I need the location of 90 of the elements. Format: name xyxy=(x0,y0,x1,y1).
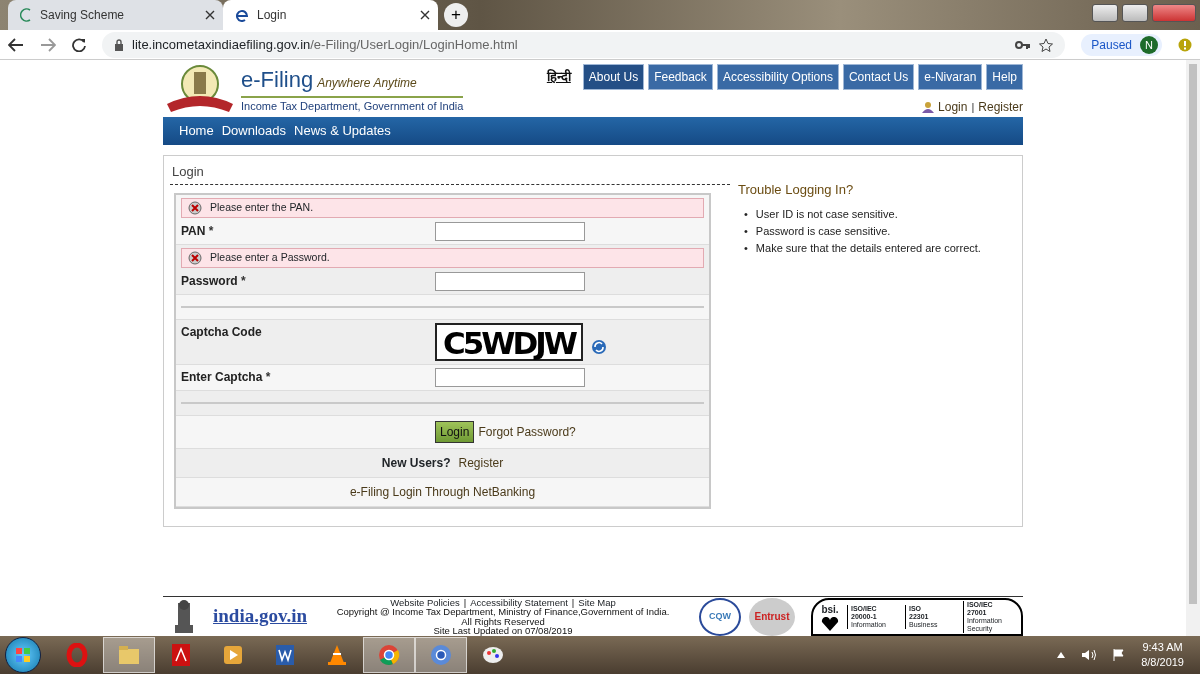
footer-text: Copyright @ Income Tax Department, Ministry of Finance,Government of India. xyxy=(336,607,670,617)
forward-arrow-icon[interactable] xyxy=(40,37,56,52)
lock-icon xyxy=(114,38,124,51)
link-separator: | xyxy=(971,99,975,115)
top-nav-link[interactable]: Contact Us xyxy=(842,64,915,90)
link-separator: | xyxy=(463,597,467,607)
login-link[interactable]: Login xyxy=(938,98,968,116)
heart-icon xyxy=(821,617,839,631)
login-button[interactable]: Login xyxy=(435,420,475,443)
round-logo-icon xyxy=(429,643,453,667)
close-icon[interactable] xyxy=(205,10,215,20)
error-x-icon xyxy=(188,250,202,265)
site-subtitle: Income Tax Department, Government of India xyxy=(241,95,464,115)
portal-link[interactable]: india.gov.in xyxy=(213,602,307,631)
link-separator: | xyxy=(571,597,575,607)
captcha-image: C5WDJW xyxy=(435,322,583,361)
clock[interactable]: 9:43 AM 8/8/2019 xyxy=(1141,640,1184,670)
document-icon xyxy=(169,643,193,667)
e-letter-icon xyxy=(235,8,249,22)
back-arrow-icon[interactable] xyxy=(8,37,24,52)
maximize-button[interactable] xyxy=(1122,4,1148,22)
bullet: • xyxy=(744,240,748,256)
top-nav-link[interactable]: Help xyxy=(986,64,1023,90)
minimize-button[interactable] xyxy=(1092,4,1118,22)
help-item: Password is case sensitive. xyxy=(755,223,891,239)
round-logo-icon xyxy=(377,643,401,667)
nav-link[interactable]: Downloads xyxy=(221,121,286,141)
leaf-icon xyxy=(20,8,32,22)
browser-tab[interactable]: Saving Scheme xyxy=(8,0,223,30)
flag-icon[interactable] xyxy=(1113,649,1126,661)
error-message: Please enter a Password. xyxy=(210,249,330,265)
certification-seal: Entrust xyxy=(749,597,795,636)
input-field[interactable] xyxy=(435,221,585,241)
field-label: Captcha Code xyxy=(181,323,263,341)
bullet: • xyxy=(744,223,748,239)
error-x-icon xyxy=(188,200,202,215)
key-icon[interactable] xyxy=(1015,39,1032,50)
help-item: Make sure that the details entered are correct. xyxy=(755,240,981,256)
up-arrow-icon[interactable] xyxy=(1057,652,1066,658)
error-message: Please enter the PAN. xyxy=(210,199,314,215)
register-link[interactable]: Register xyxy=(458,453,504,472)
profile-button[interactable]: Paused N xyxy=(1081,33,1162,56)
footer-link[interactable]: Website Policies xyxy=(390,597,460,607)
footer-link[interactable]: Site Map xyxy=(578,597,616,607)
new-users-label: New Users? xyxy=(381,454,451,472)
browser-tab[interactable]: Login xyxy=(223,0,438,30)
new-tab-button[interactable]: + xyxy=(444,3,468,27)
top-nav-link[interactable]: Accessibility Options xyxy=(716,64,839,90)
close-window-button[interactable] xyxy=(1152,4,1196,22)
star-icon[interactable] xyxy=(1039,37,1054,52)
window-logo-icon xyxy=(15,647,31,663)
footer-text: Site Last Updated on 07/08/2019 xyxy=(432,626,574,636)
section-title: Login xyxy=(170,158,730,185)
reload-icon[interactable] xyxy=(72,37,86,52)
bsi-mark: bsi. xyxy=(821,603,839,617)
cone-icon xyxy=(325,643,349,667)
refresh-icon[interactable] xyxy=(591,338,607,355)
letter-w-icon xyxy=(273,643,297,667)
site-title: e-Filing xyxy=(241,65,314,94)
footer-link[interactable]: Accessibility Statement xyxy=(470,597,568,607)
help-title: Trouble Logging In? xyxy=(738,181,855,199)
top-nav-link[interactable]: About Us xyxy=(582,64,645,90)
bullet: • xyxy=(744,206,748,222)
tab-title: Saving Scheme xyxy=(40,7,126,24)
close-icon[interactable] xyxy=(420,10,430,20)
user-icon xyxy=(922,101,935,113)
field-label: Password * xyxy=(181,273,247,290)
scrollbar[interactable] xyxy=(1186,60,1200,636)
ring-icon xyxy=(65,643,89,667)
folder-icon xyxy=(117,643,141,667)
start-button[interactable] xyxy=(5,637,41,673)
nav-link[interactable]: Home xyxy=(179,121,214,141)
top-nav-link[interactable]: Feedback xyxy=(648,64,713,90)
field-label: Enter Captcha * xyxy=(181,369,272,386)
language-link[interactable]: हिन्दी xyxy=(546,67,571,87)
nav-link[interactable]: News & Updates xyxy=(294,121,391,141)
top-nav-link[interactable]: e-Nivaran xyxy=(918,64,983,90)
footer-text: All Rights Reserved xyxy=(461,616,545,626)
play-icon xyxy=(221,643,245,667)
register-link[interactable]: Register xyxy=(978,98,1023,116)
help-item: User ID is not case sensitive. xyxy=(755,206,898,222)
field-label: PAN * xyxy=(181,223,215,240)
forgot-password-link[interactable]: Forgot Password? xyxy=(478,422,576,441)
tagline: Anywhere Anytime xyxy=(317,74,417,92)
speaker-icon[interactable] xyxy=(1081,649,1098,661)
address-bar[interactable]: lite.incometaxindiaefiling.gov.in/e-Filing/UserLogin/LoginHome.html xyxy=(102,31,1066,58)
input-field[interactable] xyxy=(435,271,585,291)
tab-title: Login xyxy=(257,7,288,24)
input-field[interactable] xyxy=(435,367,585,387)
url-text: lite.incometaxindiaefiling.gov.in/e-Filing/UserLogin/LoginHome.html xyxy=(132,35,518,54)
